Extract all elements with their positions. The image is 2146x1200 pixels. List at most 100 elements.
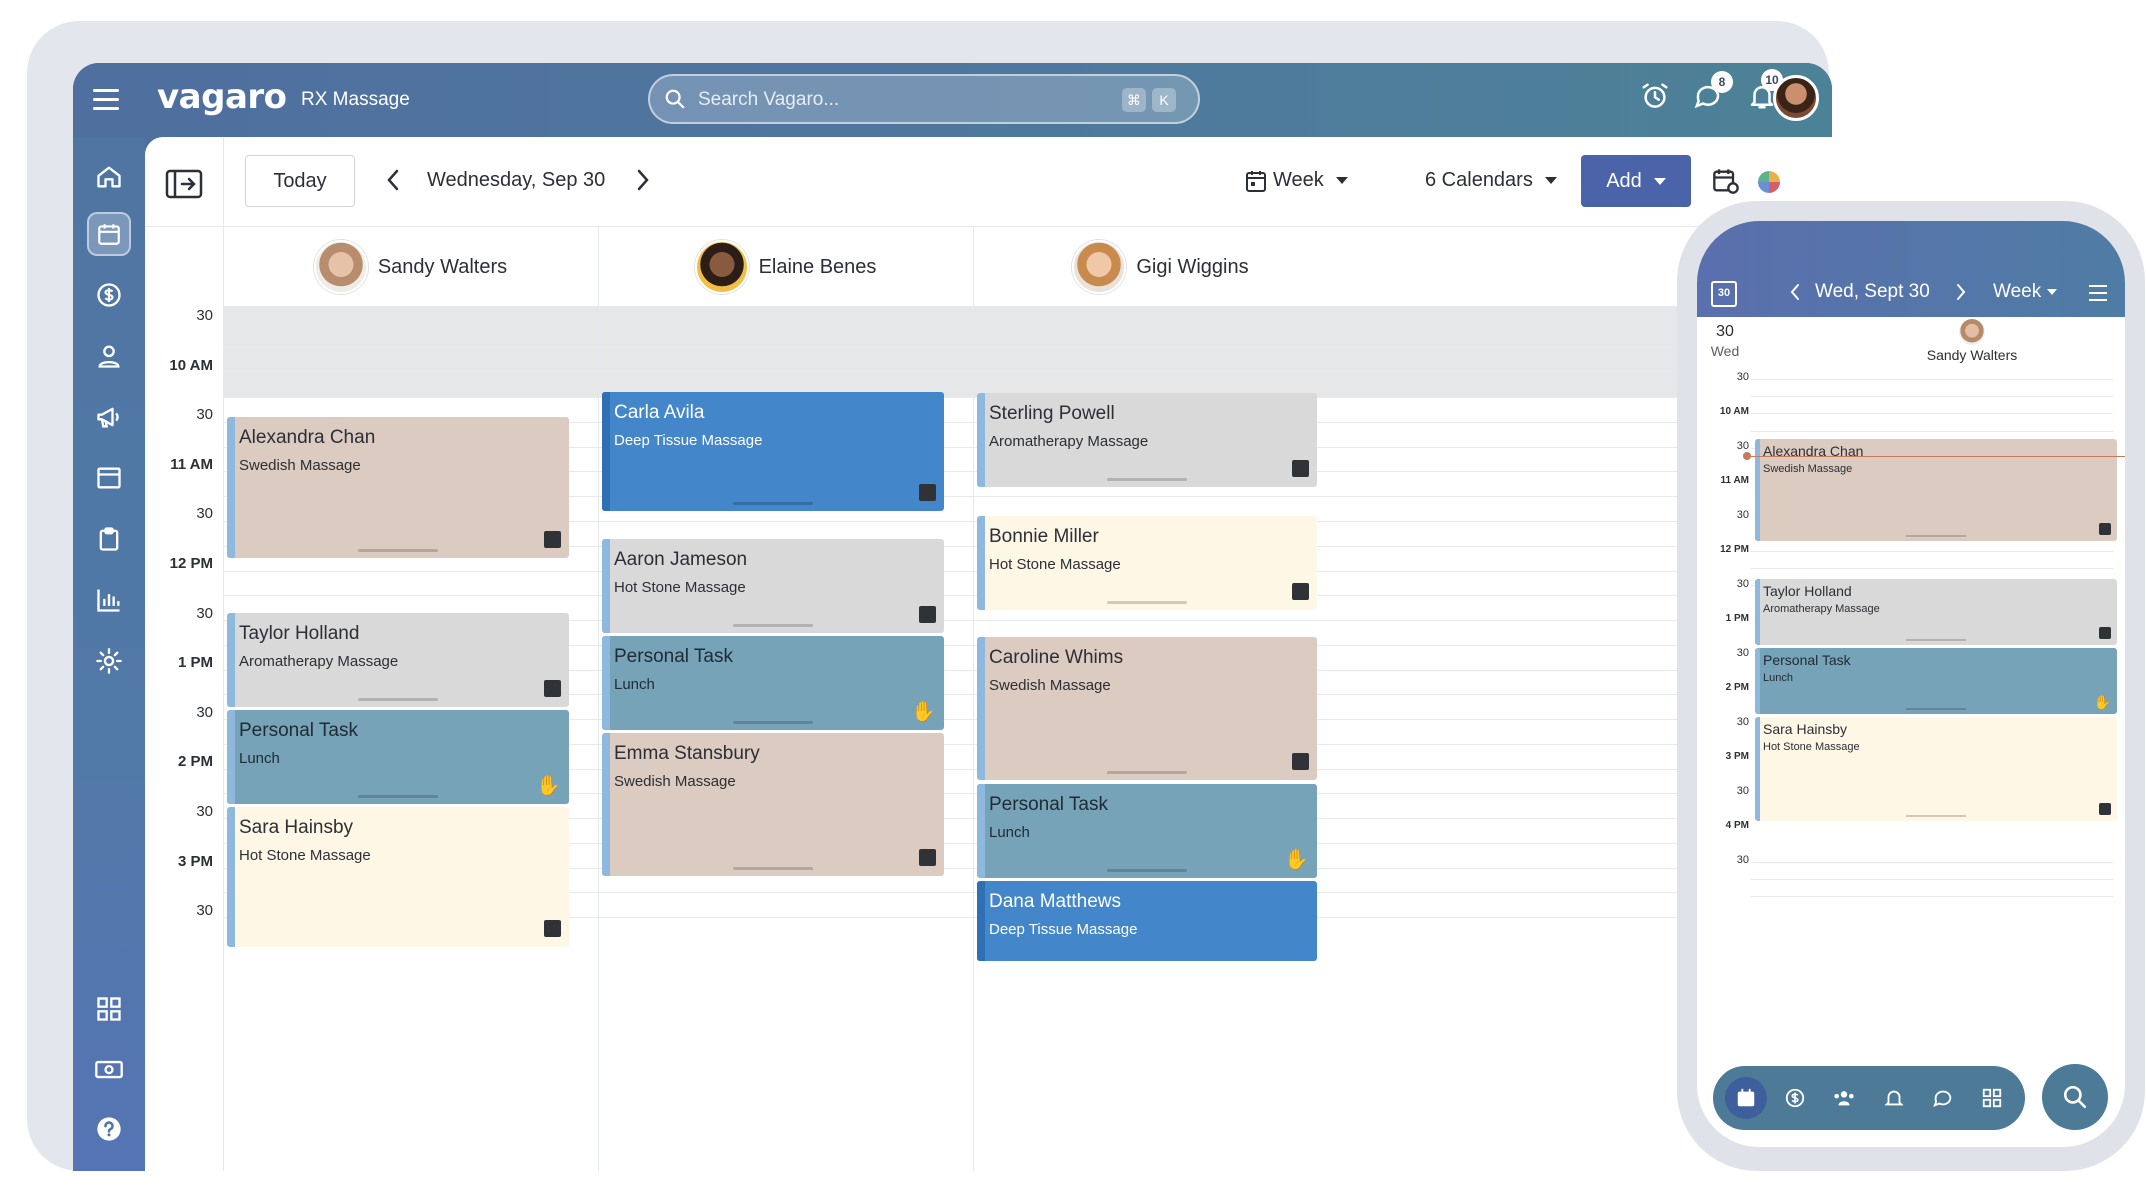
- vagaro-logo[interactable]: vagaro: [157, 77, 287, 117]
- note-icon: [919, 484, 936, 501]
- resize-handle[interactable]: [1906, 708, 1966, 710]
- time-label: 11 AM: [170, 456, 213, 473]
- grid-line: [1751, 431, 2113, 432]
- service-name: Hot Stone Massage: [614, 579, 746, 596]
- menu-icon[interactable]: [93, 89, 119, 111]
- mobile-date[interactable]: Wed, Sept 30: [1815, 281, 1930, 303]
- time-label: 30: [1736, 440, 1749, 452]
- time-label: 30: [196, 803, 213, 820]
- reports-icon[interactable]: [87, 578, 131, 622]
- appointment-card[interactable]: Sterling Powell Aromatherapy Massage: [977, 393, 1317, 487]
- appointment-card[interactable]: Sara Hainsby Hot Stone Massage: [227, 807, 569, 947]
- appointment-card[interactable]: Bonnie Miller Hot Stone Massage: [977, 516, 1317, 610]
- current-time-line: [1747, 456, 2125, 457]
- personal-task-card[interactable]: Personal Task Lunch ✋: [602, 636, 944, 730]
- resize-handle[interactable]: [733, 867, 813, 870]
- desktop-app: vagaro RX Massage ⌘ K 8 10: [73, 63, 1832, 1171]
- resize-handle[interactable]: [733, 624, 813, 627]
- personal-task-card[interactable]: Personal Task Lunch ✋: [227, 710, 569, 804]
- resize-handle[interactable]: [1107, 869, 1187, 872]
- next-day-chevron-icon[interactable]: [1955, 281, 1967, 303]
- search-bar[interactable]: ⌘ K: [648, 74, 1200, 124]
- time-label: 30: [196, 406, 213, 423]
- resize-handle[interactable]: [358, 698, 438, 701]
- resize-handle[interactable]: [358, 795, 438, 798]
- appointment-card[interactable]: Carla Avila Deep Tissue Massage: [602, 392, 944, 511]
- customer-icon[interactable]: [87, 334, 131, 378]
- view-dropdown[interactable]: Week: [1273, 169, 1348, 192]
- chat-icon[interactable]: [1922, 1077, 1964, 1119]
- help-icon[interactable]: [87, 1107, 131, 1151]
- mobile-view-dropdown[interactable]: Week: [1993, 281, 2058, 303]
- time-label: 3 PM: [177, 853, 213, 870]
- chevron-down-icon: [1335, 177, 1348, 185]
- add-button[interactable]: Add: [1581, 155, 1691, 207]
- shortcut-cmd-key: ⌘: [1122, 88, 1146, 112]
- calendars-dropdown[interactable]: 6 Calendars: [1425, 169, 1557, 192]
- cash-icon[interactable]: [87, 1047, 131, 1091]
- previous-day-chevron-icon[interactable]: [385, 167, 401, 193]
- resize-handle[interactable]: [358, 549, 438, 552]
- appointment-card[interactable]: Dana Matthews Deep Tissue Massage: [977, 881, 1317, 961]
- collapse-panel-icon[interactable]: [165, 169, 203, 199]
- customers-icon[interactable]: [1823, 1077, 1865, 1119]
- resize-handle[interactable]: [1107, 771, 1187, 774]
- color-palette-icon[interactable]: [1758, 171, 1780, 193]
- note-icon: [544, 920, 561, 937]
- browser-icon[interactable]: [87, 456, 131, 500]
- staff-elaine[interactable]: Elaine Benes: [598, 227, 973, 307]
- appointment-card[interactable]: Taylor Holland Aromatherapy Massage: [1755, 579, 2117, 645]
- appointment-card[interactable]: Alexandra Chan Swedish Massage: [227, 417, 569, 558]
- current-date[interactable]: Wednesday, Sep 30: [427, 169, 605, 192]
- calendar-icon[interactable]: [87, 212, 131, 256]
- resize-handle[interactable]: [1107, 601, 1187, 604]
- settings-gear-icon[interactable]: [87, 639, 131, 683]
- apps-grid-icon[interactable]: [1971, 1077, 2013, 1119]
- mobile-view-label: Week: [1993, 281, 2042, 302]
- resize-handle[interactable]: [1906, 815, 1966, 817]
- mobile-staff[interactable]: Sandy Walters: [1897, 319, 2047, 363]
- appointment-card[interactable]: Caroline Whims Swedish Massage: [977, 637, 1317, 780]
- dollar-icon[interactable]: [1774, 1077, 1816, 1119]
- resize-handle[interactable]: [1107, 478, 1187, 481]
- appointment-card[interactable]: Alexandra Chan Swedish Massage: [1755, 439, 2117, 541]
- sidebar: [73, 137, 145, 1171]
- day-name: Wed: [1710, 343, 1740, 359]
- staff-gigi[interactable]: Gigi Wiggins: [973, 227, 1348, 307]
- hand-icon: ✋: [911, 701, 936, 723]
- calendar-icon[interactable]: 30: [1711, 281, 1737, 307]
- resize-handle[interactable]: [733, 721, 813, 724]
- menu-icon[interactable]: [2089, 285, 2107, 306]
- user-avatar[interactable]: [1773, 75, 1819, 121]
- appointment-card[interactable]: Emma Stansbury Swedish Massage: [602, 733, 944, 876]
- client-name: Alexandra Chan: [239, 427, 376, 448]
- calendar-settings-icon[interactable]: [1712, 167, 1740, 195]
- service-name: Swedish Massage: [1763, 463, 1853, 475]
- alarm-clock-icon[interactable]: [1640, 81, 1670, 111]
- next-day-chevron-icon[interactable]: [635, 167, 651, 193]
- personal-task-card[interactable]: Personal Task Lunch ✋: [1755, 648, 2117, 714]
- search-input[interactable]: [698, 86, 1078, 114]
- resize-handle[interactable]: [1906, 639, 1966, 641]
- apps-grid-icon[interactable]: [87, 987, 131, 1031]
- staff-name: Elaine Benes: [758, 255, 877, 278]
- resize-handle[interactable]: [1906, 535, 1966, 537]
- search-button[interactable]: [2042, 1064, 2108, 1130]
- bell-icon[interactable]: [1873, 1077, 1915, 1119]
- staff-name: Gigi Wiggins: [1136, 255, 1249, 278]
- appointment-card[interactable]: Taylor Holland Aromatherapy Massage: [227, 613, 569, 707]
- dollar-icon[interactable]: [87, 273, 131, 317]
- appointment-card[interactable]: Sara Hainsby Hot Stone Massage: [1755, 717, 2117, 821]
- today-button[interactable]: Today: [245, 155, 355, 207]
- home-icon[interactable]: [87, 155, 131, 199]
- personal-task-card[interactable]: Personal Task Lunch ✋: [977, 784, 1317, 878]
- appointment-card[interactable]: Aaron Jameson Hot Stone Massage: [602, 539, 944, 633]
- view-dropdown-label: Week: [1273, 169, 1324, 191]
- resize-handle[interactable]: [733, 502, 813, 505]
- staff-sandy[interactable]: Sandy Walters: [223, 227, 598, 307]
- megaphone-icon[interactable]: [87, 395, 131, 439]
- clipboard-icon[interactable]: [87, 517, 131, 561]
- client-name: Taylor Holland: [239, 623, 360, 644]
- calendar-icon[interactable]: [1724, 1077, 1767, 1119]
- previous-day-chevron-icon[interactable]: [1789, 281, 1801, 303]
